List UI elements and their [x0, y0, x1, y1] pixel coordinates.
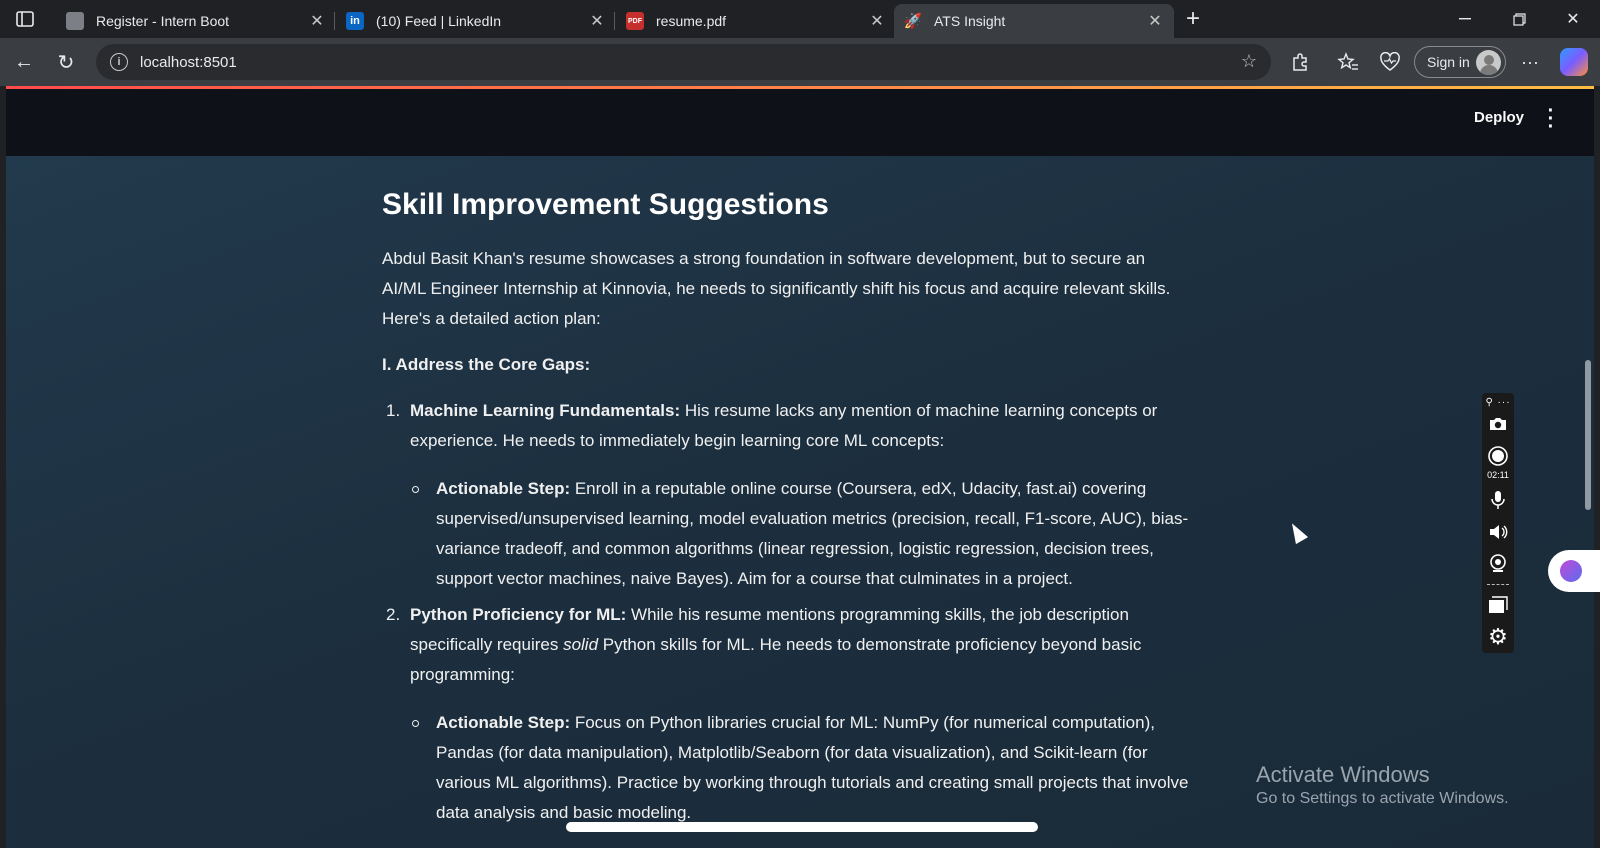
- tab-actions-button[interactable]: [10, 7, 40, 31]
- tab-strip: Register - Intern Boot ✕ in (10) Feed | …: [0, 0, 1600, 38]
- tab-title: Register - Intern Boot: [96, 13, 230, 29]
- sign-in-button[interactable]: Sign in: [1414, 46, 1506, 78]
- list-number: 1.: [386, 401, 401, 420]
- list-item: 2. Python Proficiency for ML: While his …: [382, 600, 1192, 828]
- close-icon[interactable]: ✕: [868, 12, 886, 30]
- browser-toolbar: ← ↻ i localhost:8501 ☆ Sign in ···: [0, 38, 1600, 86]
- activation-watermark-title: Activate Windows: [1256, 762, 1430, 787]
- emphasis-text: solid: [563, 635, 599, 654]
- webcam-icon[interactable]: [1486, 552, 1510, 576]
- recording-timer: 02:11: [1487, 470, 1509, 480]
- reload-icon: ↻: [57, 51, 75, 74]
- tab-title: ATS Insight: [934, 13, 1006, 29]
- tab-divider: [614, 12, 615, 30]
- minimize-button[interactable]: [1442, 4, 1488, 34]
- document-icon: [66, 12, 84, 30]
- speaker-icon[interactable]: [1486, 520, 1510, 544]
- app-header: Deploy · · ·: [6, 86, 1594, 156]
- new-tab-button[interactable]: +: [1180, 5, 1206, 32]
- star-icon[interactable]: ☆: [1241, 51, 1257, 72]
- tab-title: resume.pdf: [656, 13, 727, 29]
- more-options-icon[interactable]: ···: [1518, 50, 1542, 74]
- record-icon[interactable]: [1486, 444, 1510, 468]
- tab-ats-insight[interactable]: 🚀 ATS Insight ✕: [894, 4, 1174, 38]
- horizontal-scroll-indicator[interactable]: [566, 822, 1038, 832]
- list-item: 1. Machine Learning Fundamentals: His re…: [382, 396, 1192, 594]
- close-icon: ✕: [1566, 11, 1580, 28]
- minimize-icon: [1459, 18, 1471, 20]
- tab-title: (10) Feed | LinkedIn: [376, 13, 502, 29]
- sub-list-item: Actionable Step: Enroll in a reputable o…: [382, 474, 1192, 594]
- step-label: Actionable Step:: [436, 479, 571, 498]
- tab-resume-pdf[interactable]: PDF resume.pdf ✕: [616, 4, 896, 38]
- back-button[interactable]: ←: [10, 48, 38, 76]
- sidebar-assistant-button[interactable]: [1548, 550, 1600, 592]
- close-window-button[interactable]: ✕: [1550, 4, 1596, 34]
- reload-button[interactable]: ↻: [52, 48, 80, 76]
- main-menu-icon[interactable]: · · ·: [1546, 101, 1556, 137]
- screen-recorder-toolbar: ⚲ ··· 02:11 ⚙: [1482, 393, 1514, 653]
- item-title: Python Proficiency for ML:: [410, 605, 627, 624]
- deploy-button[interactable]: Deploy: [1474, 109, 1524, 126]
- settings-gear-icon[interactable]: ⚙: [1486, 624, 1510, 649]
- linkedin-icon: in: [346, 12, 364, 30]
- main-content: Skill Improvement Suggestions Abdul Basi…: [6, 156, 1594, 848]
- sign-in-label: Sign in: [1427, 54, 1470, 70]
- brain-icon: [1560, 560, 1582, 582]
- activation-watermark-subtitle: Go to Settings to activate Windows.: [1256, 790, 1509, 807]
- favorites-icon[interactable]: [1336, 50, 1360, 74]
- close-icon[interactable]: ✕: [1146, 12, 1164, 30]
- bullet-icon: [412, 720, 419, 727]
- camera-icon[interactable]: [1486, 412, 1510, 436]
- step-label: Actionable Step:: [436, 713, 571, 732]
- screen-select-icon[interactable]: [1486, 593, 1510, 617]
- close-icon[interactable]: ✕: [588, 12, 606, 30]
- browser-essentials-icon[interactable]: [1378, 50, 1402, 74]
- suggestions-panel: Skill Improvement Suggestions Abdul Basi…: [382, 188, 1192, 834]
- avatar: [1476, 50, 1501, 75]
- section-title: I. Address the Core Gaps:: [382, 355, 591, 374]
- address-bar[interactable]: i localhost:8501 ☆: [96, 44, 1271, 80]
- recorder-menu-icon[interactable]: ⚲ ···: [1485, 397, 1510, 408]
- item-title: Machine Learning Fundamentals:: [410, 401, 681, 420]
- list-number: 2.: [386, 605, 401, 624]
- info-icon[interactable]: i: [110, 53, 128, 71]
- page-title: Skill Improvement Suggestions: [382, 188, 829, 221]
- microphone-icon[interactable]: [1486, 488, 1510, 512]
- copilot-icon[interactable]: [1560, 48, 1588, 76]
- restore-button[interactable]: [1496, 4, 1542, 34]
- rocket-icon: 🚀: [903, 13, 923, 30]
- sub-list-item: Actionable Step: Focus on Python librari…: [382, 708, 1192, 828]
- vertical-scrollbar[interactable]: [1585, 360, 1591, 510]
- pdf-icon: PDF: [626, 12, 644, 30]
- extensions-icon[interactable]: [1288, 50, 1312, 74]
- tab-divider: [334, 12, 335, 30]
- arrow-left-icon: ←: [14, 50, 34, 73]
- close-icon[interactable]: ✕: [308, 12, 326, 30]
- tab-register[interactable]: Register - Intern Boot ✕: [56, 4, 336, 38]
- divider: [1487, 584, 1509, 585]
- url-text[interactable]: localhost:8501: [140, 54, 237, 71]
- restore-icon: [1512, 12, 1526, 26]
- bullet-icon: [412, 486, 419, 493]
- tab-linkedin[interactable]: in (10) Feed | LinkedIn ✕: [336, 4, 616, 38]
- sidebar-tabs-icon: [16, 11, 34, 27]
- intro-paragraph: Abdul Basit Khan's resume showcases a st…: [382, 249, 1171, 328]
